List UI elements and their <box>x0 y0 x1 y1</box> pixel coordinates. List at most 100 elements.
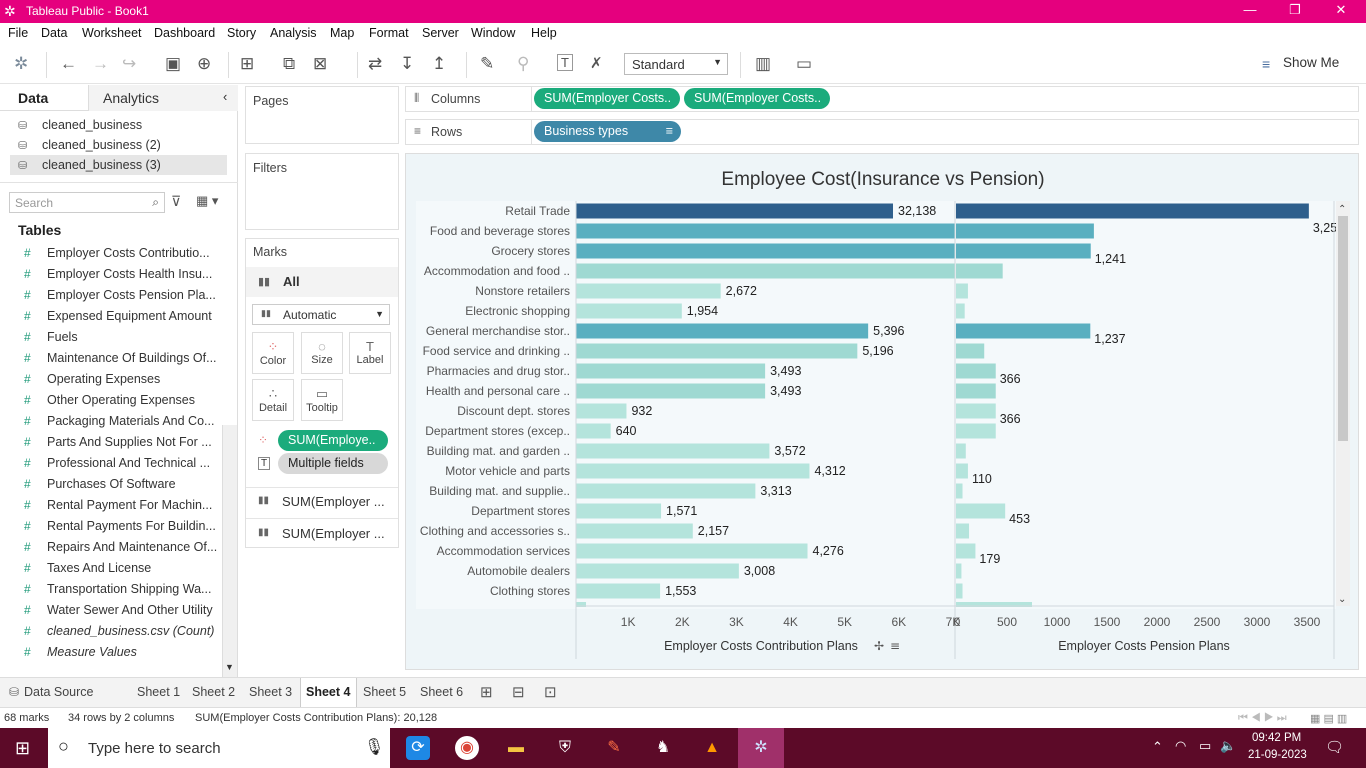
view-options-icon[interactable]: ▦ ▾ <box>196 193 218 209</box>
marks-card-pension[interactable]: SUM(Employer ... <box>282 526 385 541</box>
field-item[interactable]: # Employer Costs Health Insu... <box>0 264 222 285</box>
menu-format[interactable]: Format <box>369 26 409 40</box>
field-item[interactable]: # Packaging Materials And Co... <box>0 411 222 432</box>
field-item[interactable]: # Water Sewer And Other Utility <box>0 600 222 621</box>
tab-sheet-2[interactable]: Sheet 2 <box>192 685 235 699</box>
chrome-icon[interactable]: ◉ <box>455 736 479 760</box>
scroll-down-icon[interactable]: ▼ <box>225 662 234 672</box>
pages-shelf[interactable]: Pages <box>245 86 399 144</box>
fix-axes-icon[interactable]: ✗ <box>590 54 603 72</box>
tableau-taskbar-icon[interactable]: ✲ <box>749 736 773 760</box>
microphone-icon[interactable]: 🎙 <box>364 737 384 757</box>
tab-analytics[interactable]: Analytics <box>103 90 159 106</box>
field-item[interactable]: # Operating Expenses <box>0 369 222 390</box>
duplicate-sheet-icon[interactable]: ⧉ <box>283 54 295 74</box>
field-item[interactable]: # Rental Payments For Buildin... <box>0 516 222 537</box>
security-app-icon[interactable]: ⛨ <box>553 736 577 760</box>
menu-story[interactable]: Story <box>227 26 256 40</box>
field-item[interactable]: # Transportation Shipping Wa... <box>0 579 222 600</box>
new-dashboard-icon[interactable]: ⊟ <box>512 683 525 701</box>
size-button[interactable]: ◌ Size <box>301 332 343 374</box>
view-toggle-icons[interactable]: ▦ ▤ ▥ <box>1310 712 1347 725</box>
field-item[interactable]: # Purchases Of Software <box>0 474 222 495</box>
mark-type-dropdown[interactable]: ▮▮ Automatic ▼ <box>252 304 390 325</box>
presentation-mode-icon[interactable]: ▭ <box>796 54 812 74</box>
clear-sheet-icon[interactable]: ⊠ <box>313 54 327 74</box>
tab-data-source[interactable]: Data Source <box>24 685 93 699</box>
tableau-home-icon[interactable]: ✲ <box>14 54 28 74</box>
replay-icon[interactable]: ↪ <box>122 54 136 74</box>
file-explorer-icon[interactable]: ▬ <box>504 736 528 760</box>
label-button[interactable]: T Label <box>349 332 391 374</box>
field-item[interactable]: # Other Operating Expenses <box>0 390 222 411</box>
menu-analysis[interactable]: Analysis <box>270 26 317 40</box>
menu-map[interactable]: Map <box>330 26 354 40</box>
show-cards-icon[interactable]: ▥ <box>755 54 771 74</box>
menu-file[interactable]: File <box>8 26 28 40</box>
tab-sheet-4-active[interactable]: Sheet 4 <box>306 685 350 699</box>
marks-card-contribution[interactable]: SUM(Employer ... <box>282 494 385 509</box>
clock-date[interactable]: 21-09-2023 <box>1248 749 1307 761</box>
label-pill[interactable]: Multiple fields <box>278 453 388 474</box>
new-worksheet-icon[interactable]: ⊞ <box>240 54 254 74</box>
field-item[interactable]: # Professional And Technical ... <box>0 453 222 474</box>
vlc-icon[interactable]: ▲ <box>700 736 724 760</box>
field-item[interactable]: # Employer Costs Pension Pla... <box>0 285 222 306</box>
menu-dashboard[interactable]: Dashboard <box>154 26 215 40</box>
menu-worksheet[interactable]: Worksheet <box>82 26 142 40</box>
datasource-item-selected[interactable]: cleaned_business (3) <box>42 158 161 172</box>
notifications-icon[interactable]: 🗨 <box>1325 738 1344 756</box>
tab-sheet-3[interactable]: Sheet 3 <box>249 685 292 699</box>
group-members-icon[interactable]: ⚲ <box>517 54 529 74</box>
color-pill[interactable]: SUM(Employe.. <box>278 430 388 451</box>
restore-button[interactable]: ❐ <box>1275 2 1315 18</box>
highlight-icon[interactable]: ✎ <box>480 54 494 74</box>
row-pill-business-types[interactable]: Business types ≡ <box>534 121 681 142</box>
battery-icon[interactable]: ▭ <box>1199 738 1211 754</box>
collapse-pane-icon[interactable]: ‹ <box>223 89 227 104</box>
clock-time[interactable]: 09:42 PM <box>1252 732 1301 744</box>
field-item[interactable]: # cleaned_business.csv (Count) <box>0 621 222 642</box>
paint-app-icon[interactable]: ✎ <box>602 736 626 760</box>
filter-icon[interactable]: ⊽ <box>171 193 181 210</box>
field-item[interactable]: # Rental Payment For Machin... <box>0 495 222 516</box>
new-datasource-icon[interactable]: ⊕ <box>197 54 211 74</box>
tab-sheet-1[interactable]: Sheet 1 <box>137 685 180 699</box>
rows-shelf[interactable]: ≡ Rows Business types ≡ <box>405 119 1359 145</box>
column-pill-contribution[interactable]: SUM(Employer Costs.. <box>534 88 680 109</box>
menu-window[interactable]: Window <box>471 26 515 40</box>
field-item[interactable]: # Employer Costs Contributio... <box>0 243 222 264</box>
field-item[interactable]: # Maintenance Of Buildings Of... <box>0 348 222 369</box>
menu-server[interactable]: Server <box>422 26 459 40</box>
search-input[interactable]: Search ⌕ <box>9 192 165 213</box>
wifi-icon[interactable]: ◠ <box>1175 738 1186 754</box>
sort-ascending-icon[interactable]: ↧ <box>400 54 414 74</box>
close-button[interactable]: ✕ <box>1321 2 1361 18</box>
taskbar-search[interactable]: ○ Type here to search 🎙 <box>48 728 390 768</box>
undo-icon[interactable]: ← <box>60 54 77 74</box>
sheet-nav-icons[interactable]: ⏮ ◀ ▶ ⏭ <box>1238 712 1287 725</box>
minimize-button[interactable]: — <box>1230 2 1270 17</box>
field-item[interactable]: # Parts And Supplies Not For ... <box>0 432 222 453</box>
datasource-item[interactable]: cleaned_business (2) <box>42 138 161 152</box>
color-button[interactable]: ⁘ Color <box>252 332 294 374</box>
field-item[interactable]: # Measure Values <box>0 642 222 663</box>
fit-dropdown[interactable]: Standard ▼ <box>624 53 728 75</box>
menu-data[interactable]: Data <box>41 26 67 40</box>
tray-chevron-icon[interactable]: ⌃ <box>1152 739 1163 755</box>
linux-tux-icon[interactable]: ♞ <box>651 736 675 760</box>
detail-button[interactable]: ∴ Detail <box>252 379 294 421</box>
field-item[interactable]: # Expensed Equipment Amount <box>0 306 222 327</box>
fields-scrollbar[interactable]: ▼ <box>222 425 237 677</box>
tab-sheet-6[interactable]: Sheet 6 <box>420 685 463 699</box>
show-me-button[interactable]: Show Me <box>1283 55 1339 70</box>
swap-rows-columns-icon[interactable]: ⇄ <box>368 54 382 74</box>
sort-descending-icon[interactable]: ↥ <box>432 54 446 74</box>
windows-start-icon[interactable]: ⊞ <box>15 738 30 759</box>
filters-shelf[interactable]: Filters <box>245 153 399 230</box>
show-mark-labels-icon[interactable]: T <box>557 54 573 71</box>
column-pill-pension[interactable]: SUM(Employer Costs.. <box>684 88 830 109</box>
volume-icon[interactable]: 🔈 <box>1220 738 1236 754</box>
menu-help[interactable]: Help <box>531 26 557 40</box>
tooltip-button[interactable]: ▭ Tooltip <box>301 379 343 421</box>
